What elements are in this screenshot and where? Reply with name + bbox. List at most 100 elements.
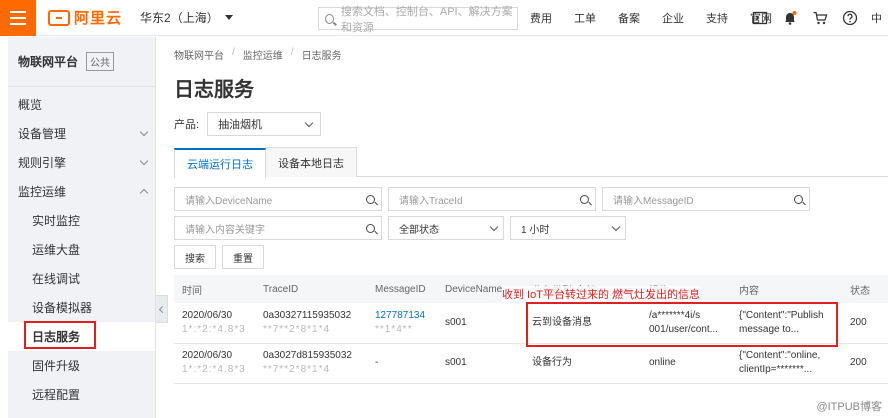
trace-id-input[interactable]: 请输入TraceId [388, 187, 596, 211]
time-select-value: 1 小时 [521, 224, 550, 236]
cell-time: 2020/06/30 1*:*2:*4.8*3 [174, 343, 255, 384]
hamburger-menu-button[interactable] [0, 0, 36, 36]
keyword-input[interactable]: 请输入内容关键字 [174, 216, 382, 240]
highlight-annotation-box [24, 321, 96, 349]
status-select[interactable]: 全部状态 [388, 216, 504, 240]
main-content: 物联网平台 / 监控运维 / 日志服务 日志服务 产品: 抽油烟机 云端运行日志… [168, 37, 888, 418]
cell-message-id: 127787134 **1*4** [367, 303, 437, 344]
table-row[interactable]: 2020/06/30 1*:*2:*4.8*3 0a3027d815935032 *… [174, 343, 888, 384]
cell-status: 200 [842, 343, 888, 384]
tab-device-local-logs[interactable]: 设备本地日志 [265, 147, 357, 177]
sidebar-item-label: 实时监控 [32, 214, 81, 228]
sidebar-item-label: 监控运维 [18, 185, 67, 199]
cell-time-blurred: 1*:*2:*4.8*3 [182, 364, 246, 375]
chevron-up-icon [139, 188, 149, 198]
cell-trace-id: 0a3027d815935032 **7**2*8*1*4 [255, 343, 367, 384]
sidebar-item-monitoring-ops[interactable]: 监控运维 [8, 177, 155, 206]
sidebar-item-label: 远程配置 [32, 388, 81, 402]
tab-cloud-logs[interactable]: 云端运行日志 [174, 148, 266, 178]
search-icon[interactable] [580, 194, 589, 204]
aliyun-logo[interactable]: 阿里云 [48, 0, 122, 36]
input-placeholder: 请输入DeviceName [185, 195, 273, 207]
chevron-left-icon [158, 305, 167, 313]
nav-enterprise[interactable]: 企业 [662, 10, 684, 26]
svg-text:中: 中 [871, 12, 882, 25]
search-icon[interactable] [366, 194, 375, 204]
sidebar-item-label: 概览 [18, 98, 43, 112]
sidebar-item-rule-engine[interactable]: 规则引擎 [8, 148, 155, 177]
annotation-highlight-box [526, 302, 838, 347]
sidebar-item-label: 在线调试 [32, 272, 81, 286]
breadcrumb-item[interactable]: 物联网平台 [174, 47, 224, 62]
sidebar-header: 物联网平台 公共 [8, 37, 155, 87]
cell-message-id-blurred: **1*4** [375, 323, 413, 335]
search-button[interactable]: 搜索 [174, 245, 216, 269]
bell-icon[interactable] [782, 10, 798, 26]
sidebar-item-label: 设备管理 [18, 127, 67, 141]
sidebar-item-label: 规则引擎 [18, 156, 67, 170]
sidebar-item-label: 运维大盘 [32, 243, 81, 257]
cell-status: 200 [842, 303, 888, 344]
cell-operation: online [641, 343, 731, 384]
breadcrumb: 物联网平台 / 监控运维 / 日志服务 [174, 47, 342, 62]
chevron-down-icon [139, 127, 149, 137]
page-title: 日志服务 [174, 79, 254, 101]
cell-device-name: s001 [437, 343, 524, 384]
column-header-status: 状态 [842, 275, 888, 303]
tab-label: 设备本地日志 [278, 157, 344, 170]
search-icon[interactable] [794, 194, 803, 204]
sidebar-item-overview[interactable]: 概览 [8, 90, 155, 119]
product-select[interactable]: 抽油烟机 [207, 112, 322, 136]
cell-message-id: - [367, 343, 437, 384]
caret-down-icon [224, 15, 233, 20]
cell-time-blurred: 1*:*2:*4.8*3 [182, 323, 246, 335]
message-id-input[interactable]: 请输入MessageID [602, 187, 810, 211]
nav-billing[interactable]: 费用 [530, 10, 552, 26]
breadcrumb-item[interactable]: 监控运维 [243, 47, 283, 62]
cell-trace-id-text: 0a3027d815935032 [263, 350, 352, 361]
product-selector-row: 产品: 抽油烟机 [174, 112, 322, 136]
reset-button[interactable]: 重置 [222, 245, 264, 269]
language-icon[interactable]: 中 [870, 10, 886, 26]
terminal-icon[interactable] [752, 10, 768, 26]
help-icon[interactable] [842, 10, 858, 26]
sidebar-item-device-management[interactable]: 设备管理 [8, 119, 155, 148]
cell-trace-id-blurred: **7**2*8*1*4 [263, 323, 331, 335]
chevron-down-icon [611, 222, 621, 231]
device-name-input[interactable]: 请输入DeviceName [174, 187, 382, 211]
sidebar-item-device-simulator[interactable]: 设备模拟器 [8, 293, 155, 322]
column-header-message-id: MessageID [367, 275, 437, 303]
global-search-input[interactable]: 搜索文档、控制台、API、解决方案和资源 [318, 6, 518, 34]
sidebar-collapse-button[interactable] [156, 295, 168, 323]
sidebar-item-remote-config[interactable]: 远程配置 [8, 380, 155, 409]
nav-tickets[interactable]: 工单 [574, 10, 596, 26]
cell-trace-id-blurred: **7**2*8*1*4 [263, 364, 331, 375]
breadcrumb-separator: / [290, 47, 294, 58]
message-id-link[interactable]: 127787134 [375, 310, 425, 321]
sidebar-item-realtime-monitoring[interactable]: 实时监控 [8, 206, 155, 235]
nav-icp[interactable]: 备案 [618, 10, 640, 26]
search-icon [325, 13, 334, 24]
search-icon[interactable] [366, 223, 375, 233]
tab-label: 云端运行日志 [187, 159, 253, 171]
cell-time-date: 2020/06/30 [182, 309, 233, 321]
log-tabs: 云端运行日志 设备本地日志 [174, 147, 888, 178]
sidebar-item-online-debug[interactable]: 在线调试 [8, 264, 155, 293]
input-placeholder: 请输入MessageID [613, 195, 694, 207]
cell-time: 2020/06/30 1*:*2:*4.8*3 [174, 303, 255, 344]
sidebar-item-firmware-upgrade[interactable]: 固件升级 [8, 351, 155, 380]
aliyun-logo-icon [48, 9, 70, 26]
cart-icon[interactable] [812, 10, 828, 26]
logo-text: 阿里云 [74, 10, 123, 27]
chevron-down-icon [489, 222, 499, 231]
breadcrumb-item-current: 日志服务 [301, 51, 342, 62]
sidebar-item-ops-dashboard[interactable]: 运维大盘 [8, 235, 155, 264]
chevron-down-icon [139, 156, 149, 166]
time-range-select[interactable]: 1 小时 [510, 216, 626, 240]
nav-support[interactable]: 支持 [706, 10, 728, 26]
region-selector[interactable]: 华东2（上海） [140, 9, 233, 26]
product-select-value: 抽油烟机 [218, 119, 263, 131]
sidebar-item-label: 设备模拟器 [32, 301, 93, 315]
cell-content: {"Content":"online, clientIp=*******... [731, 343, 842, 384]
column-header-trace-id: TraceID [255, 275, 367, 303]
